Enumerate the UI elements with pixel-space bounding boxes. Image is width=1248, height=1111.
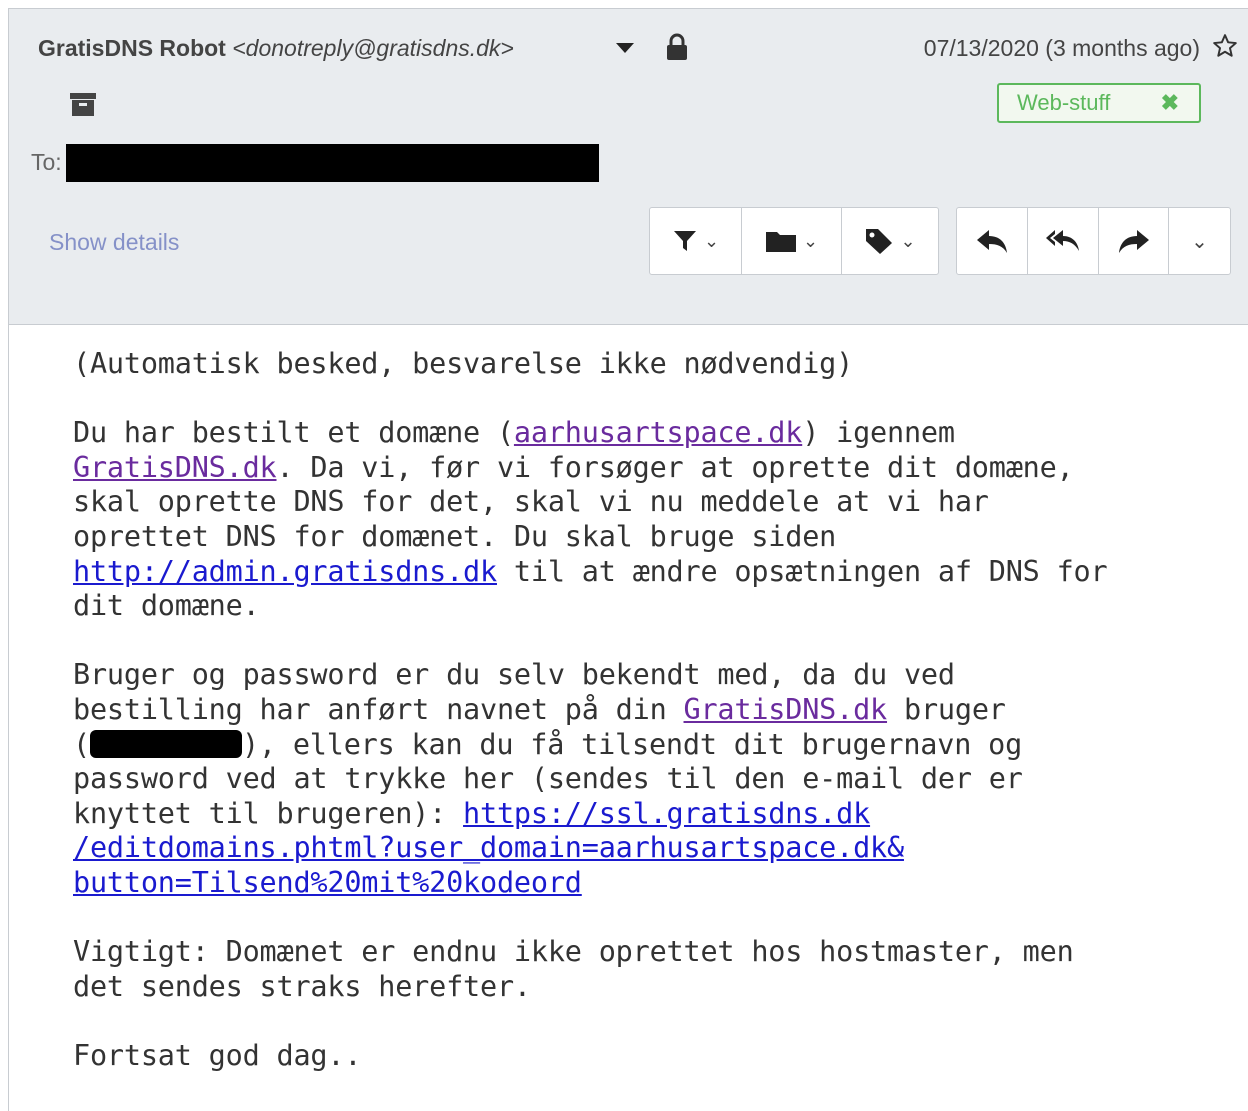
tag-icon (866, 229, 893, 254)
tag-remove-icon[interactable]: ✖ (1161, 85, 1179, 121)
forward-button[interactable] (1099, 208, 1169, 274)
tag-web-stuff: Web-stuff ✖ (997, 83, 1201, 123)
filter-icon (673, 231, 696, 251)
message-body: (Automatisk besked, besvarelse ikke nødv… (73, 347, 1223, 1073)
message-header: GratisDNS Robot <donotreply@gratisdns.dk… (9, 9, 1248, 325)
tag-button[interactable]: ⌄ (842, 208, 938, 274)
redacted-username (89, 729, 242, 758)
tag-label: Web-stuff (1017, 90, 1111, 115)
body-paragraph-5: Fortsat god dag.. (73, 1038, 362, 1072)
star-icon[interactable] (1212, 33, 1238, 59)
body-paragraph-1: (Automatisk besked, besvarelse ikke nødv… (73, 347, 854, 380)
body-text-segment: Du har bestilt et domæne ( (73, 416, 514, 450)
redacted-recipient (66, 144, 599, 182)
message-view: GratisDNS Robot <donotreply@gratisdns.dk… (8, 8, 1248, 1111)
forward-icon (1118, 230, 1149, 253)
chevron-down-icon: ⌄ (703, 230, 720, 252)
chevron-down-icon: ⌄ (1191, 229, 1208, 253)
move-to-folder-button[interactable]: ⌄ (742, 208, 842, 274)
reply-all-icon (1046, 230, 1079, 251)
archive-icon[interactable] (69, 91, 97, 117)
sender-name: GratisDNS Robot (38, 35, 226, 61)
body-text-segment: ) igennem (802, 416, 955, 450)
link-gratisdns[interactable]: GratisDNS.dk (73, 451, 277, 484)
folder-icon (765, 232, 796, 252)
link-admin-gratisdns[interactable]: http://admin.gratisdns.dk (73, 555, 497, 588)
toolbar-group-respond: ⌄ (956, 207, 1231, 275)
chevron-down-icon: ⌄ (900, 230, 916, 252)
more-actions-button[interactable]: ⌄ (1169, 208, 1230, 274)
sender-menu-caret-icon[interactable] (616, 43, 634, 53)
reply-button[interactable] (957, 208, 1028, 274)
link-aarhusartspace[interactable]: aarhusartspace.dk (514, 416, 802, 449)
reply-all-button[interactable] (1028, 208, 1099, 274)
reply-icon (977, 230, 1007, 253)
filter-button[interactable]: ⌄ (650, 208, 742, 274)
lock-icon (667, 33, 687, 60)
link-gratisdns-2[interactable]: GratisDNS.dk (684, 693, 888, 726)
chevron-down-icon: ⌄ (802, 230, 819, 252)
to-label: To: (31, 149, 62, 175)
message-date: 07/13/2020 (3 months ago) (923, 35, 1200, 61)
body-paragraph-4: Vigtigt: Domænet er endnu ikke oprettet … (73, 935, 1074, 1003)
show-details-link[interactable]: Show details (49, 229, 179, 256)
sender-email: <donotreply@gratisdns.dk> (232, 35, 514, 61)
toolbar-group-organize: ⌄ ⌄ ⌄ (649, 207, 939, 275)
sender[interactable]: GratisDNS Robot <donotreply@gratisdns.dk… (38, 35, 514, 62)
